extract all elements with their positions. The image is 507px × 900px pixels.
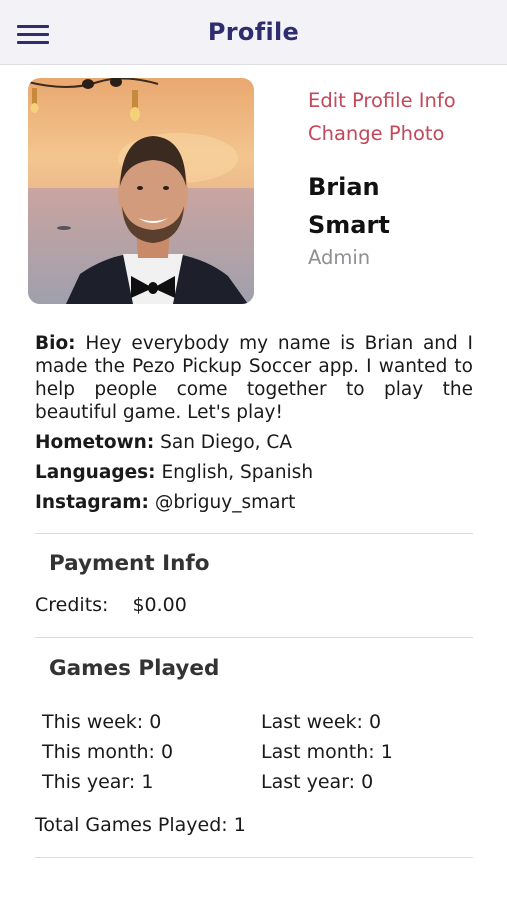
hometown-value: San Diego, CA bbox=[160, 432, 292, 453]
bio: Bio: Hey everybody my name is Brian and … bbox=[35, 332, 473, 424]
instagram-row: Instagram: @briguy_smart bbox=[35, 491, 473, 514]
total-games-played: Total Games Played: 1 bbox=[35, 814, 246, 836]
divider bbox=[35, 533, 473, 534]
hometown-row: Hometown: San Diego, CA bbox=[35, 431, 473, 454]
change-photo-link[interactable]: Change Photo bbox=[308, 117, 456, 150]
languages-label: Languages: bbox=[35, 462, 156, 483]
languages-value: English, Spanish bbox=[161, 462, 314, 483]
last-month-stat: Last month: 1 bbox=[261, 741, 393, 763]
credits-value: $0.00 bbox=[132, 594, 187, 616]
app-header: Profile bbox=[0, 0, 507, 65]
instagram-value: @briguy_smart bbox=[154, 492, 296, 513]
divider bbox=[35, 857, 473, 858]
bio-label: Bio: bbox=[35, 333, 76, 354]
bio-text: Hey everybody my name is Brian and I mad… bbox=[35, 333, 473, 423]
last-year-stat: Last year: 0 bbox=[261, 771, 374, 793]
divider bbox=[35, 637, 473, 638]
instagram-label: Instagram: bbox=[35, 492, 149, 513]
last-name: Smart bbox=[308, 211, 390, 239]
this-week-stat: This week: 0 bbox=[42, 711, 162, 733]
first-name: Brian bbox=[308, 173, 380, 201]
this-year-stat: This year: 1 bbox=[42, 771, 154, 793]
about-section: Bio: Hey everybody my name is Brian and … bbox=[35, 332, 473, 514]
credits-label: Credits: bbox=[35, 594, 109, 616]
user-name: Brian Smart bbox=[308, 168, 390, 244]
hometown-label: Hometown: bbox=[35, 432, 155, 453]
credits-row: Credits: $0.00 bbox=[35, 594, 187, 616]
games-played-title: Games Played bbox=[49, 656, 220, 681]
profile-actions: Edit Profile Info Change Photo bbox=[308, 84, 456, 150]
this-month-stat: This month: 0 bbox=[42, 741, 174, 763]
payment-info-title: Payment Info bbox=[49, 551, 210, 576]
page-title: Profile bbox=[207, 18, 300, 46]
user-role: Admin bbox=[308, 246, 371, 269]
edit-profile-link[interactable]: Edit Profile Info bbox=[308, 84, 456, 117]
last-week-stat: Last week: 0 bbox=[261, 711, 382, 733]
languages-row: Languages: English, Spanish bbox=[35, 461, 473, 484]
profile-photo bbox=[28, 78, 254, 304]
